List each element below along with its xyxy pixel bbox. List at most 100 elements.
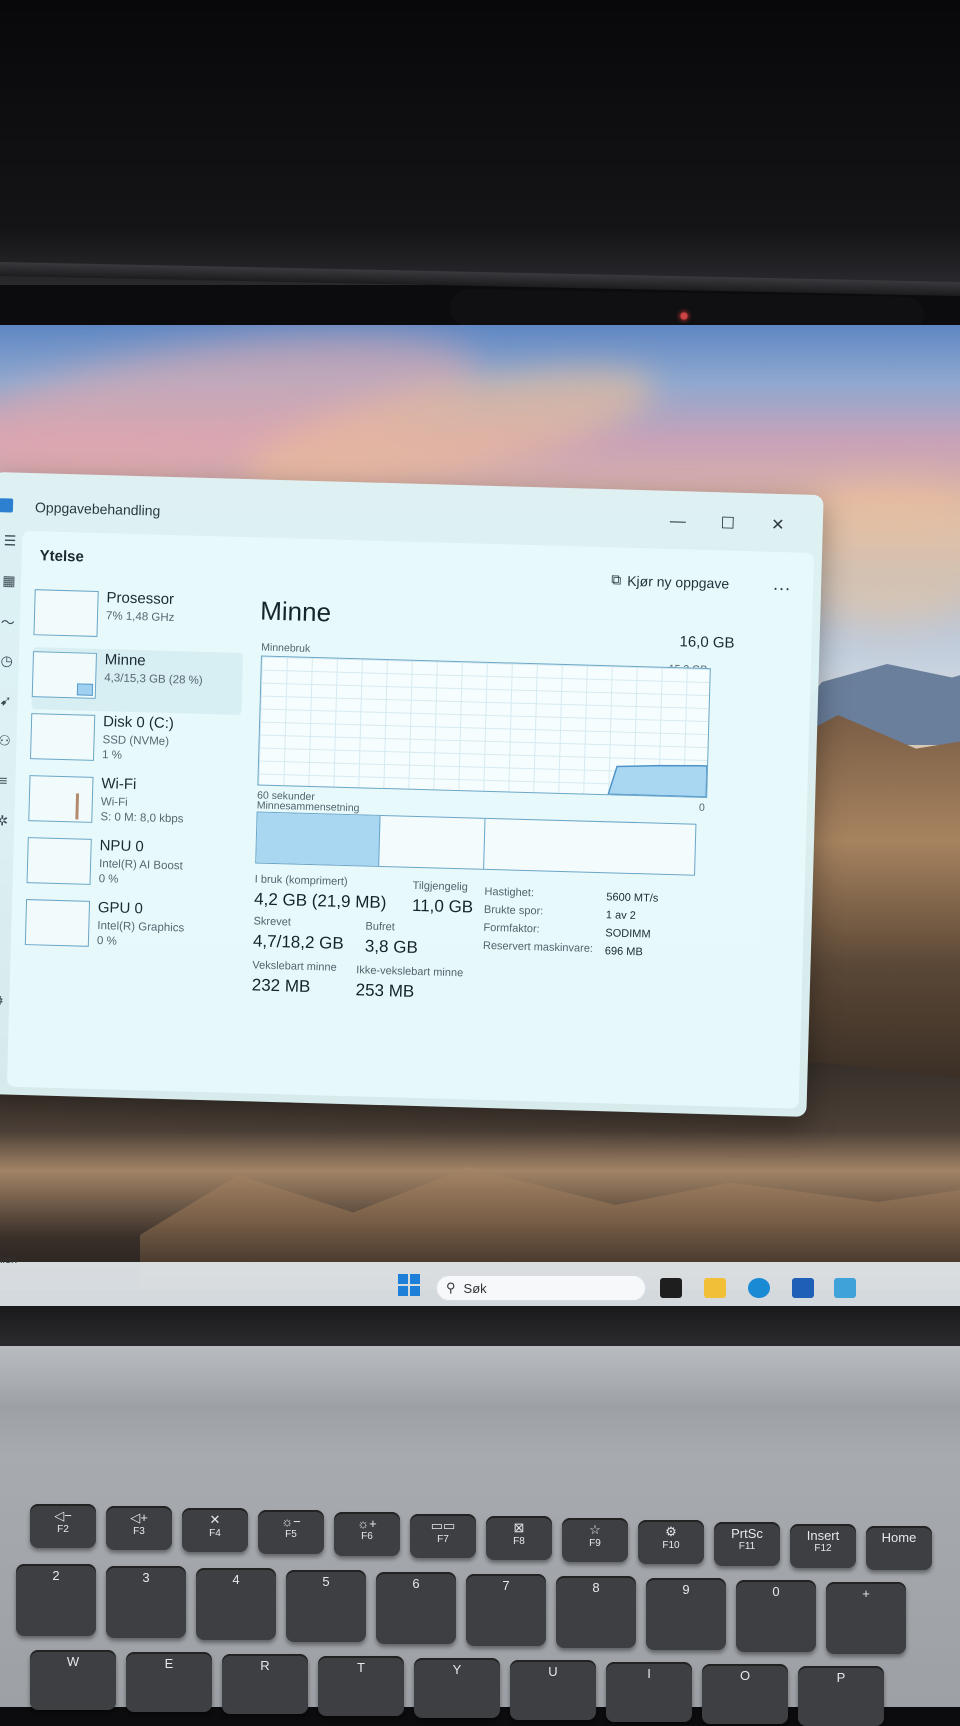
- task-manager-taskbar-icon[interactable]: [834, 1278, 856, 1298]
- key-8[interactable]: 8: [556, 1576, 636, 1648]
- taskbar-left-text: lien: [0, 1254, 18, 1266]
- resource-npu[interactable]: NPU 0 Intel(R) AI Boost 0 %: [26, 833, 238, 901]
- resource-name: Minne: [104, 651, 146, 670]
- maximize-button[interactable]: ☐: [712, 510, 743, 537]
- key-e-label: E: [164, 1656, 174, 1671]
- details-icon[interactable]: ≡: [0, 772, 16, 813]
- store-icon[interactable]: [792, 1278, 814, 1298]
- key-+-label: +: [862, 1586, 870, 1601]
- key-9[interactable]: 9: [646, 1578, 726, 1650]
- key-f2[interactable]: ◁− F2: [30, 1504, 96, 1548]
- task-view-icon[interactable]: [660, 1278, 682, 1298]
- task-manager-app-icon: [0, 498, 14, 513]
- key-f10[interactable]: ⚙ F10: [638, 1520, 704, 1564]
- webcam-lens: [676, 308, 692, 324]
- performance-icon[interactable]: 〜: [0, 612, 20, 653]
- resource-disk[interactable]: Disk 0 (C:) SSD (NVMe) 1 %: [29, 709, 242, 777]
- key-3-label: 3: [142, 1570, 150, 1585]
- reserved-value: 696 MB: [604, 945, 643, 959]
- resource-name: NPU 0: [99, 837, 145, 856]
- key-5[interactable]: 5: [286, 1570, 366, 1642]
- key-f2-label: ◁−: [54, 1508, 72, 1523]
- key-f7[interactable]: ▭▭ F7: [410, 1514, 476, 1558]
- committed-label: Skrevet: [253, 915, 292, 929]
- key-f5[interactable]: ☼− F5: [258, 1510, 324, 1554]
- key-f12[interactable]: Insert F12: [790, 1524, 856, 1568]
- file-explorer-icon[interactable]: [704, 1278, 726, 1298]
- close-button[interactable]: ✕: [762, 511, 793, 538]
- resource-memory[interactable]: Minne 4,3/15,3 GB (28 %): [31, 647, 244, 716]
- key-t[interactable]: T: [318, 1656, 404, 1716]
- minimize-button[interactable]: —: [663, 509, 694, 536]
- resource-cpu[interactable]: Prosessor 7% 1,48 GHz: [33, 585, 245, 653]
- slots-value: 1 av 2: [605, 909, 636, 923]
- key-f7-label: ▭▭: [430, 1518, 456, 1533]
- key-f6-sublabel: F6: [361, 1531, 373, 1542]
- monitor-top-bezel: [0, 0, 960, 285]
- key-f8-label: ⊠: [513, 1520, 525, 1535]
- key-f11[interactable]: PrtSc F11: [714, 1522, 780, 1566]
- composition-standby: [484, 819, 695, 875]
- key-f7-sublabel: F7: [437, 1534, 449, 1545]
- key-f3[interactable]: ◁+ F3: [106, 1506, 172, 1550]
- key-e[interactable]: E: [126, 1652, 212, 1712]
- startup-apps-icon[interactable]: ➹: [0, 692, 18, 733]
- key-f6[interactable]: ☼+ F6: [334, 1512, 400, 1556]
- hamburger-menu-icon[interactable]: ☰: [0, 532, 22, 573]
- memory-composition-bar: [255, 811, 697, 876]
- key-+[interactable]: +: [826, 1582, 906, 1654]
- settings-icon[interactable]: ⚙: [0, 992, 4, 1009]
- key-3[interactable]: 3: [106, 1566, 186, 1638]
- key-2[interactable]: 2: [16, 1564, 96, 1636]
- graph-min-label: 0: [698, 801, 705, 814]
- key-r-label: R: [260, 1658, 270, 1673]
- more-options-button[interactable]: ...: [773, 574, 792, 595]
- performance-pane: Ytelse ⧉ Kjør ny oppgave ... Prosessor 7…: [6, 530, 815, 1109]
- key-y-label: Y: [452, 1662, 462, 1677]
- key-f5-sublabel: F5: [285, 1529, 297, 1540]
- key-u[interactable]: U: [510, 1660, 596, 1720]
- run-task-label: Kjør ny oppgave: [627, 572, 730, 592]
- cached-value: 3,8 GB: [364, 936, 419, 958]
- key-f3-label: ◁+: [130, 1510, 148, 1525]
- key-0[interactable]: 0: [736, 1580, 816, 1652]
- app-history-icon[interactable]: ◷: [0, 652, 19, 693]
- resource-wifi[interactable]: Wi-Fi Wi-Fi S: 0 M: 8,0 kbps: [28, 771, 240, 839]
- key-w[interactable]: W: [30, 1650, 116, 1710]
- key-0-label: 0: [772, 1584, 780, 1599]
- memory-usage-graph: [257, 655, 711, 799]
- run-new-task-button[interactable]: ⧉ Kjør ny oppgave: [611, 571, 729, 591]
- resource-name: Disk 0 (C:): [102, 713, 175, 733]
- key-6[interactable]: 6: [376, 1572, 456, 1644]
- windows-start-icon[interactable]: [398, 1274, 420, 1296]
- processes-icon[interactable]: ▦: [0, 572, 21, 613]
- key-t-label: T: [357, 1660, 365, 1675]
- taskbar-search[interactable]: ⚲ Søk: [436, 1275, 646, 1301]
- key-f4[interactable]: ✕ F4: [182, 1508, 248, 1552]
- key-p[interactable]: P: [798, 1666, 884, 1726]
- users-icon[interactable]: ⚇: [0, 732, 17, 773]
- key-f9[interactable]: ☆ F9: [562, 1518, 628, 1562]
- key-4[interactable]: 4: [196, 1568, 276, 1640]
- key-y[interactable]: Y: [414, 1658, 500, 1718]
- form-factor-label: Formfaktor:: [483, 921, 540, 936]
- search-placeholder: Søk: [463, 1280, 487, 1296]
- key-5-label: 5: [322, 1574, 330, 1589]
- wifi-thumbnail-graph: [28, 775, 94, 823]
- paged-pool-label: Vekslebart minne: [252, 959, 337, 974]
- edge-browser-icon[interactable]: [748, 1278, 770, 1298]
- key-r[interactable]: R: [222, 1654, 308, 1714]
- in-use-value: 4,2 GB (21,9 MB): [253, 889, 387, 913]
- resource-sub: Intel(R) AI Boost 0 %: [98, 858, 183, 886]
- services-icon[interactable]: ✲: [0, 812, 14, 853]
- resource-gpu[interactable]: GPU 0 Intel(R) Graphics 0 %: [24, 895, 236, 963]
- key-home[interactable]: Home: [866, 1526, 932, 1570]
- available-value: 11,0 GB: [411, 895, 474, 917]
- composition-in-use: [256, 812, 381, 866]
- key-o[interactable]: O: [702, 1664, 788, 1724]
- key-i[interactable]: I: [606, 1662, 692, 1722]
- key-7[interactable]: 7: [466, 1574, 546, 1646]
- key-f9-sublabel: F9: [589, 1538, 601, 1549]
- key-f8[interactable]: ⊠ F8: [486, 1516, 552, 1560]
- key-f3-sublabel: F3: [133, 1526, 145, 1537]
